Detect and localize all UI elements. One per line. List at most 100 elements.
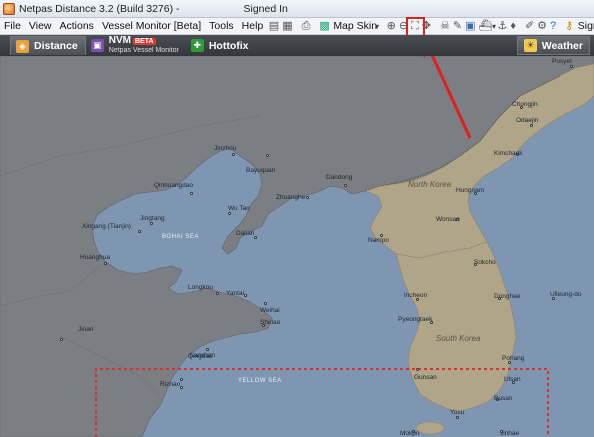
distance-table-icon[interactable]: ▣: [465, 19, 475, 33]
port-dot[interactable]: [456, 416, 459, 419]
beta-badge: BETA: [133, 38, 156, 45]
map-skin-icon[interactable]: ▩: [319, 19, 329, 33]
port-label: Longkou: [188, 284, 213, 291]
port-dot[interactable]: [266, 154, 269, 157]
port-dot[interactable]: [180, 378, 183, 381]
tab-distance-label: Distance: [34, 40, 78, 52]
key-icon[interactable]: ⚷: [565, 19, 573, 33]
tab-hottofix-label: Hottofix: [208, 39, 249, 52]
weather-button[interactable]: ☀ Weather: [516, 36, 590, 55]
port-label: Sokcho: [474, 259, 496, 266]
port-label: Ulleung-do: [550, 291, 582, 298]
port-label: Donghae: [494, 293, 521, 300]
weather-icon: ☀: [523, 39, 537, 52]
port-label: Qingdao: [188, 353, 213, 360]
port-label: Bayuquan: [246, 167, 276, 174]
window-title: Netpas Distance 3.2 (Build 3276) -: [19, 2, 180, 15]
port-label: Jingtang: [140, 215, 165, 222]
port-dot[interactable]: [416, 368, 419, 371]
ship-icon[interactable]: ⛴: [478, 19, 492, 33]
menu-actions[interactable]: Actions: [56, 20, 98, 32]
map-skin-button[interactable]: Map Skin: [333, 20, 377, 32]
pirate-zone-icon[interactable]: ☠: [440, 19, 450, 33]
settings-icon[interactable]: ⚙: [537, 19, 547, 33]
country-label: North Korea: [408, 180, 452, 189]
tab-nvm-label: NVM: [108, 35, 132, 46]
port-label: Wonsan: [436, 216, 460, 223]
tab-hottofix[interactable]: ✚ Hottofix: [186, 36, 256, 55]
port-label: Incheon: [404, 292, 428, 299]
port-dot[interactable]: [206, 348, 209, 351]
zoom-in-icon[interactable]: ⊕: [387, 19, 396, 33]
port-dot[interactable]: [530, 124, 533, 127]
port-dot[interactable]: [570, 65, 573, 68]
country-label: South Korea: [436, 334, 481, 343]
port-label: Zhuanghe: [276, 194, 306, 201]
print-icon[interactable]: ⎙: [302, 19, 311, 33]
sign-out-button[interactable]: Sign Out: [578, 20, 594, 32]
menu-view[interactable]: View: [25, 20, 56, 32]
port-label: Dalian: [236, 230, 255, 237]
pen-icon[interactable]: ✐: [525, 19, 534, 33]
port-label: Nampo: [368, 237, 389, 244]
sea-label: BOHAI SEA: [162, 234, 199, 240]
port-dot[interactable]: [228, 212, 231, 215]
port-label: Hungnam: [456, 187, 485, 194]
drop-icon[interactable]: ♦: [510, 19, 516, 33]
port-label: Weihai: [260, 307, 280, 314]
port-label: Pohang: [502, 355, 525, 362]
port-dot[interactable]: [306, 196, 309, 199]
port-dot[interactable]: [180, 386, 183, 389]
port-label: Jinhae: [500, 430, 520, 437]
port-dot[interactable]: [138, 230, 141, 233]
menu-file[interactable]: File: [0, 20, 25, 32]
port-label: Qinhuangdao: [154, 182, 194, 189]
port-label: Huanghua: [80, 254, 110, 261]
port-label: Ulsan: [504, 376, 521, 383]
tab-distance[interactable]: ◈ Distance: [10, 36, 86, 55]
menu-vessel-monitor[interactable]: Vessel Monitor [Beta]: [98, 20, 205, 32]
port-label: Wu Tao: [228, 205, 250, 212]
port-label: Busan: [494, 395, 513, 402]
port-dot[interactable]: [60, 338, 63, 341]
tab-nvm-subtitle: Netpas Vessel Monitor: [108, 47, 179, 54]
port-dot[interactable]: [264, 302, 267, 305]
ruler-icon[interactable]: ✎: [453, 19, 462, 33]
port-label: Pyeongtaek: [398, 316, 433, 323]
port-dot[interactable]: [344, 184, 347, 187]
port-label: Odaejin: [516, 117, 539, 124]
menu-toolbar: File View Actions Vessel Monitor [Beta] …: [0, 18, 594, 35]
tab-nvm[interactable]: ▣ NVM BETA Netpas Vessel Monitor: [86, 36, 186, 55]
nvm-tab-icon: ▣: [90, 39, 104, 52]
port-dot[interactable]: [104, 262, 107, 265]
port-info-icon[interactable]: ⚓: [497, 19, 507, 33]
chevron-down-icon[interactable]: ▾: [492, 22, 496, 31]
port-label: Jinan: [78, 326, 94, 333]
tab-bar: ◈ Distance ▣ NVM BETA Netpas Vessel Monit…: [0, 35, 594, 56]
port-label: Dandong: [326, 174, 353, 181]
port-dot[interactable]: [150, 222, 153, 225]
menu-help[interactable]: Help: [238, 20, 268, 32]
port-label: Mokpo: [400, 430, 420, 437]
port-label: Chongjin: [512, 101, 538, 108]
signin-status: Signed In: [243, 2, 288, 15]
distance-tab-icon: ◈: [16, 39, 29, 53]
title-bar: Netpas Distance 3.2 (Build 3276) - Signe…: [0, 0, 594, 18]
port-label: Yantai: [226, 290, 244, 297]
help-icon[interactable]: ?: [550, 19, 556, 33]
port-label: Kimchaek: [494, 150, 523, 157]
chevron-down-icon[interactable]: ▾: [375, 22, 379, 31]
port-dot[interactable]: [232, 153, 235, 156]
port-dot[interactable]: [254, 236, 257, 239]
menu-tools[interactable]: Tools: [205, 20, 238, 32]
port-dot[interactable]: [216, 292, 219, 295]
notes-icon[interactable]: ▤: [269, 19, 279, 33]
map-view[interactable]: North Korea South Korea BOHAI SEA YELLOW…: [0, 56, 594, 437]
port-dot[interactable]: [244, 294, 247, 297]
weather-label: Weather: [541, 39, 583, 52]
port-dot[interactable]: [190, 192, 193, 195]
print-preview-icon[interactable]: ▦: [282, 19, 292, 33]
port-label: Posyet: [552, 58, 572, 65]
port-label: Shidao: [260, 319, 281, 326]
hottofix-tab-icon: ✚: [190, 39, 204, 52]
